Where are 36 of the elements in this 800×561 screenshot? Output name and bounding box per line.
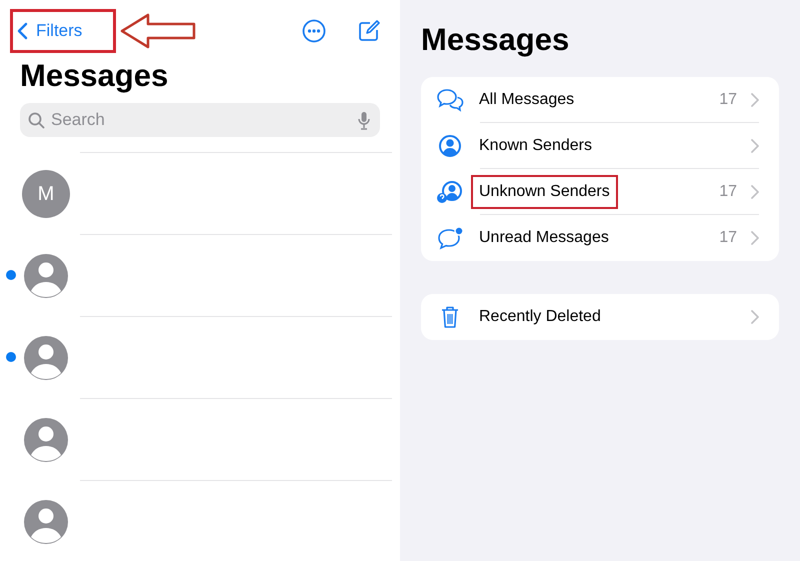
avatar-icon — [22, 252, 70, 300]
folder-row[interactable]: Recently Deleted — [421, 294, 779, 340]
avatar: M — [22, 170, 70, 218]
folder-label: All Messages — [478, 90, 576, 110]
compose-icon[interactable] — [358, 20, 380, 42]
person-question-icon — [435, 179, 465, 205]
chat-bubble-dot-icon — [435, 225, 465, 251]
count-label: 17 — [719, 228, 737, 248]
folder-row[interactable]: Unread Messages 17 — [421, 215, 779, 261]
avatar-icon — [22, 416, 70, 464]
chevron-icon — [751, 138, 759, 152]
folder-row[interactable]: Known Senders — [421, 123, 779, 169]
count-label: 17 — [719, 182, 737, 202]
search-icon — [28, 112, 45, 129]
chevron-icon — [751, 92, 759, 106]
avatar-icon — [22, 334, 70, 382]
page-title: Messages — [20, 58, 170, 94]
chevron-icon — [751, 310, 759, 324]
page-title: Messages — [421, 22, 570, 58]
count-label: 17 — [719, 90, 737, 110]
chevron-icon — [751, 231, 759, 245]
back-chevron-icon — [17, 22, 28, 40]
pointer-arrow-icon — [120, 13, 196, 49]
avatar-icon — [22, 498, 70, 546]
back-button[interactable]: Filters — [10, 9, 116, 53]
chat-bubbles-icon — [435, 87, 465, 113]
folder-label: Unknown Senders — [471, 174, 618, 208]
chevron-icon — [751, 184, 759, 198]
folder-label: Recently Deleted — [478, 307, 602, 327]
folder-label: Known Senders — [478, 136, 593, 156]
more-icon[interactable] — [302, 19, 326, 43]
folder-label: Unread Messages — [478, 228, 610, 248]
folder-row[interactable]: All Messages 17 — [421, 77, 779, 123]
search-field[interactable]: Search — [20, 103, 380, 137]
folder-row[interactable]: Unknown Senders 17 — [421, 169, 779, 215]
microphone-icon[interactable] — [358, 111, 370, 130]
